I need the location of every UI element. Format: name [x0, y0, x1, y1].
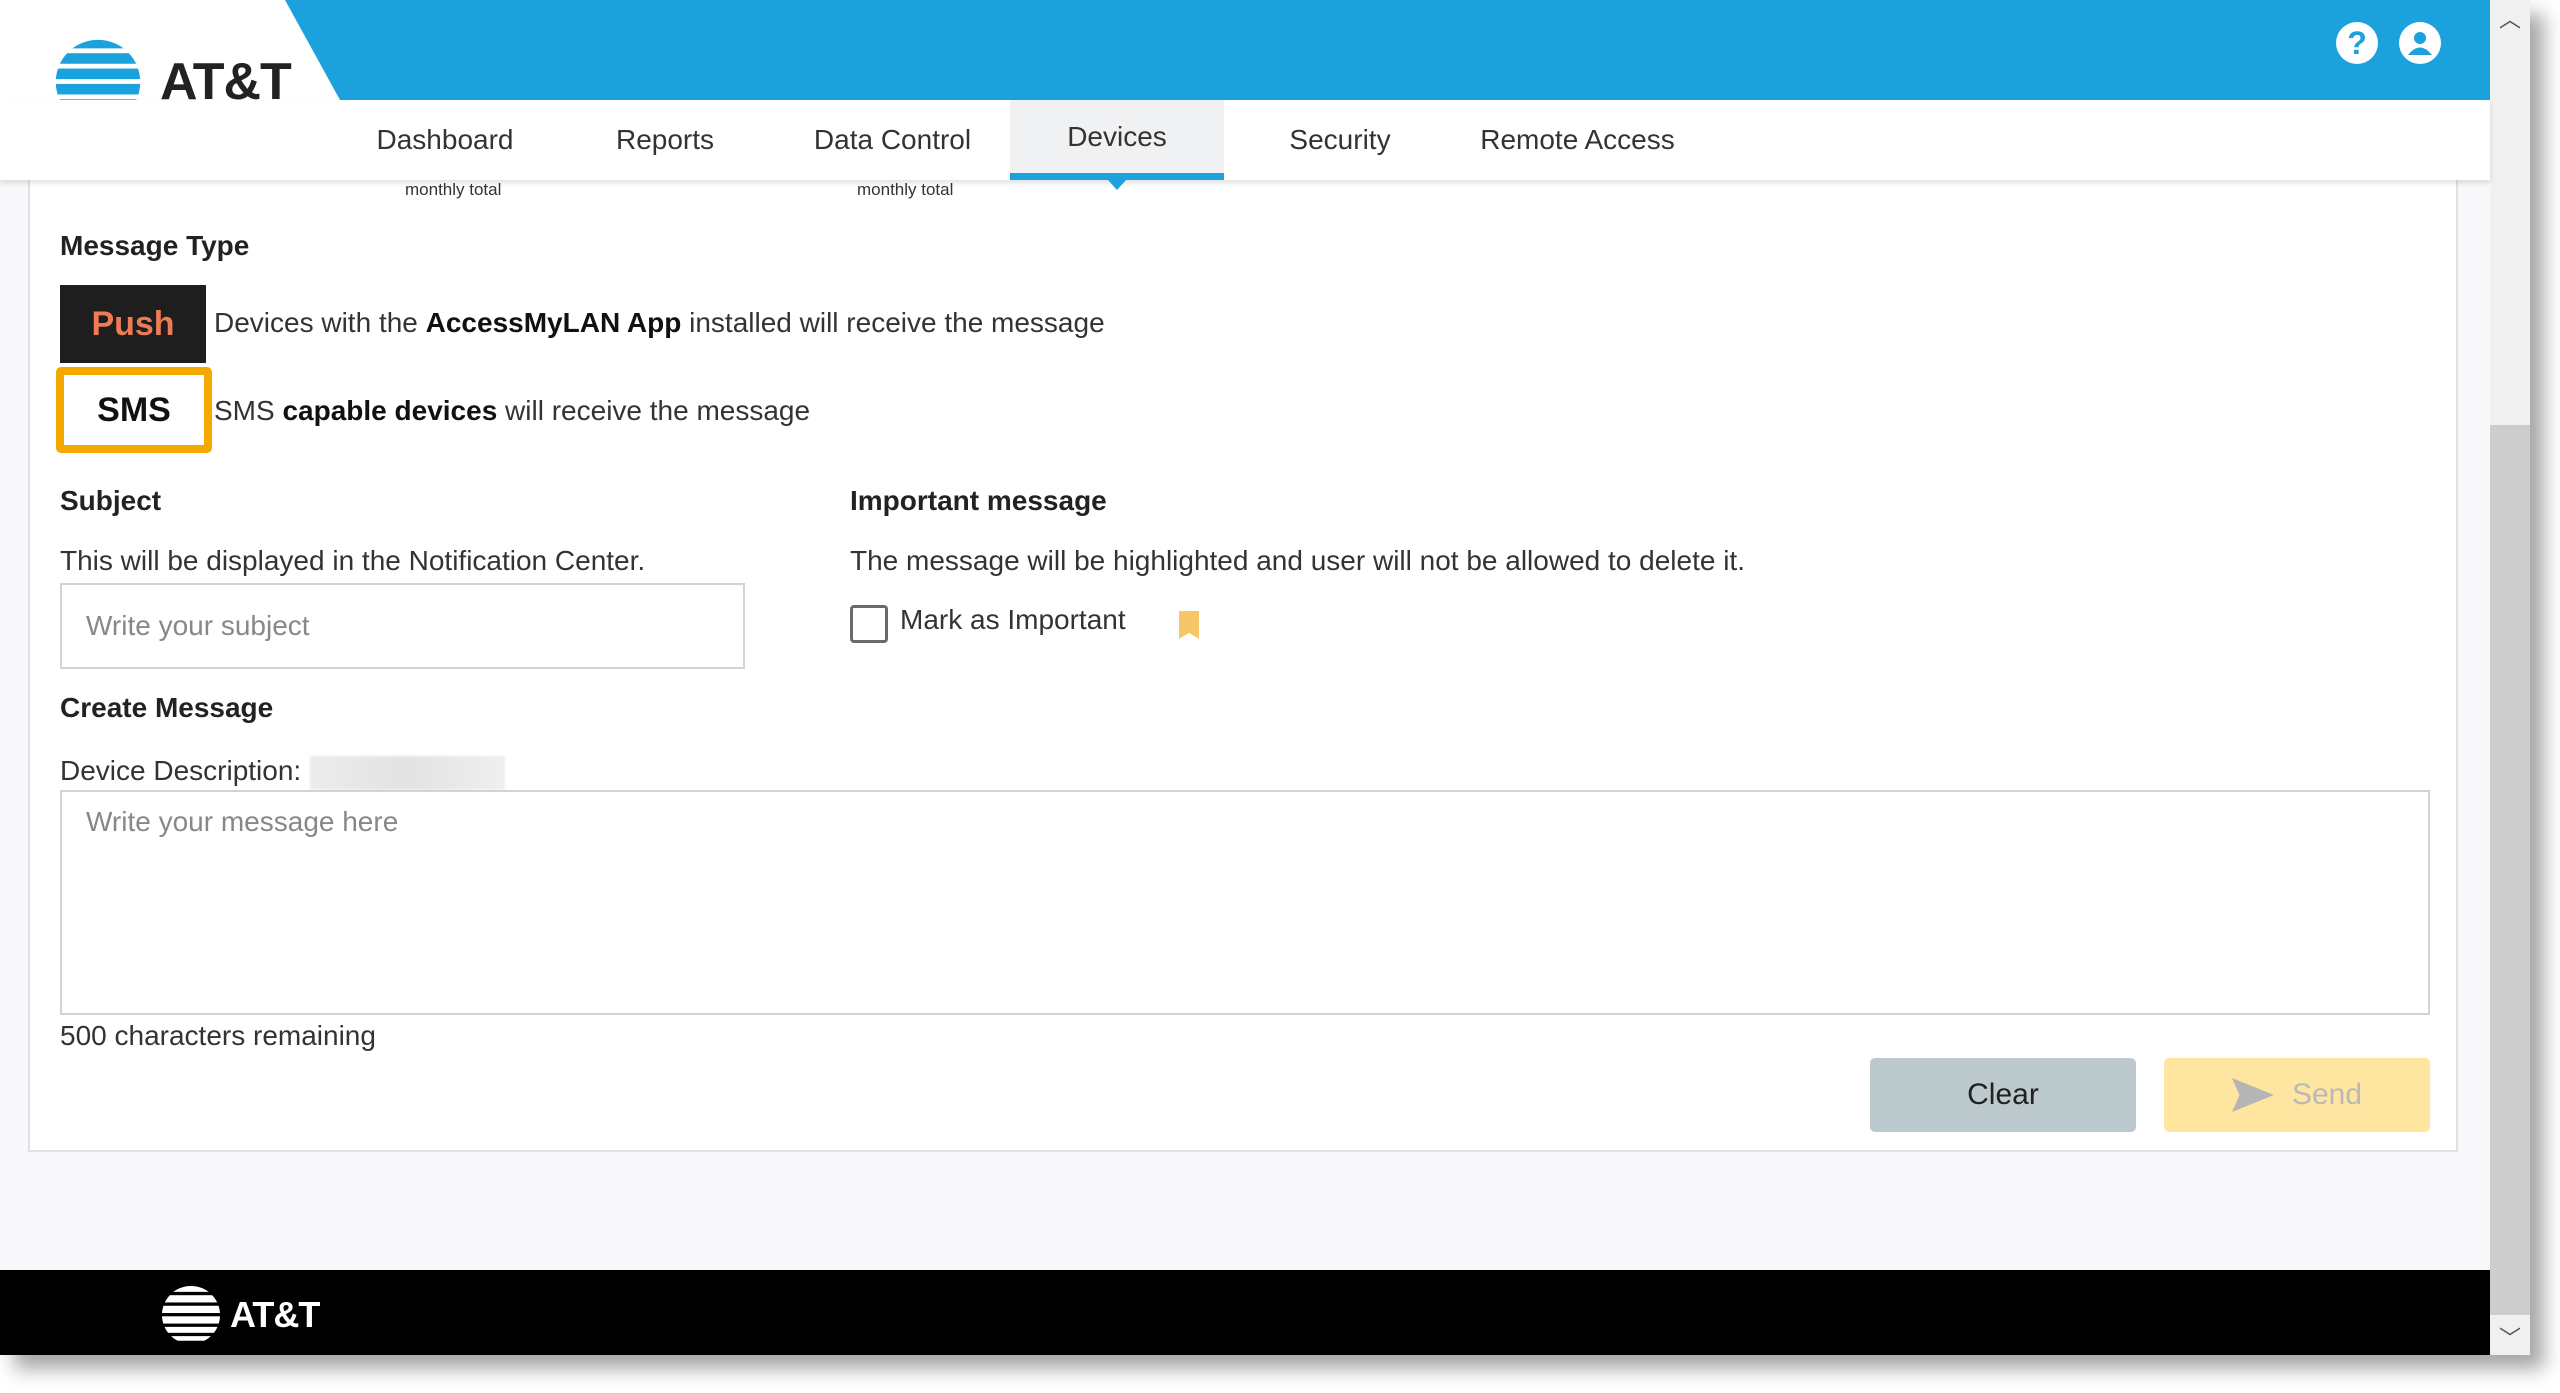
tab-remote-access[interactable]: Remote Access: [1465, 100, 1690, 180]
monthly-total-label: monthly total: [857, 180, 954, 199]
footer: AT&T: [0, 1270, 2490, 1355]
tab-reports[interactable]: Reports: [590, 100, 740, 180]
create-message-title: Create Message: [60, 692, 274, 723]
message-textarea[interactable]: [60, 790, 2430, 1015]
message-form-card: monthly total monthly total Message Type…: [28, 170, 2458, 1152]
send-button[interactable]: Send: [2164, 1058, 2430, 1132]
footer-wordmark: AT&T: [230, 1294, 320, 1335]
user-silhouette-icon: [2408, 32, 2432, 55]
push-desc-text: installed will receive the message: [681, 307, 1105, 338]
scroll-down-icon[interactable]: ﹀: [2490, 1319, 2530, 1355]
user-account-icon[interactable]: [2399, 22, 2441, 64]
bookmark-icon: [1179, 611, 1199, 639]
subject-title: Subject: [60, 485, 162, 516]
sms-desc-bold: capable devices: [282, 395, 498, 426]
send-arrow-icon: [2231, 1078, 2274, 1112]
send-label: Send: [2291, 1078, 2363, 1111]
subject-help-text: This will be displayed in the Notificati…: [60, 545, 646, 576]
header-banner: [285, 0, 2490, 100]
push-desc-text: Devices with the: [214, 307, 426, 338]
push-desc-bold: AccessMyLAN App: [425, 307, 682, 338]
help-icon[interactable]: ?: [2336, 22, 2378, 64]
sms-description: SMS capable devices will receive the mes…: [214, 395, 810, 427]
push-type-option[interactable]: Push: [60, 285, 206, 363]
device-description-label: Device Description:: [60, 755, 302, 786]
push-description: Devices with the AccessMyLAN App install…: [214, 307, 1105, 339]
important-help-text: The message will be highlighted and user…: [850, 545, 1745, 576]
tab-security[interactable]: Security: [1265, 100, 1415, 180]
tab-devices[interactable]: Devices: [1010, 100, 1224, 190]
sms-desc-text: SMS: [214, 395, 283, 426]
app-window: AT&T ? Dashboard Reports Data Control De…: [0, 0, 2530, 1355]
att-globe-icon: [161, 1285, 221, 1341]
sms-desc-text: will receive the message: [497, 395, 811, 426]
scroll-up-icon[interactable]: ︿: [2490, 0, 2530, 36]
footer-brand-logo: AT&T: [158, 1282, 320, 1348]
mark-important-checkbox[interactable]: [850, 605, 888, 643]
tab-dashboard[interactable]: Dashboard: [360, 100, 530, 180]
message-type-title: Message Type: [60, 230, 250, 261]
clear-button[interactable]: Clear: [1870, 1058, 2136, 1132]
vertical-scrollbar[interactable]: ︿ ﹀: [2490, 0, 2530, 1355]
top-header: AT&T ?: [0, 0, 2490, 120]
main-nav: Dashboard Reports Data Control Devices S…: [0, 100, 2490, 190]
important-message-title: Important message: [850, 485, 1107, 516]
tab-data-control[interactable]: Data Control: [795, 100, 990, 180]
scroll-thumb[interactable]: [2490, 425, 2530, 1315]
monthly-total-label: monthly total: [405, 180, 502, 199]
sms-type-option[interactable]: SMS: [56, 367, 212, 453]
device-description-value-redacted: [310, 756, 505, 790]
subject-input[interactable]: [60, 583, 745, 669]
mark-important-label[interactable]: Mark as Important: [900, 604, 1126, 636]
characters-remaining: 500 characters remaining: [60, 1020, 376, 1051]
